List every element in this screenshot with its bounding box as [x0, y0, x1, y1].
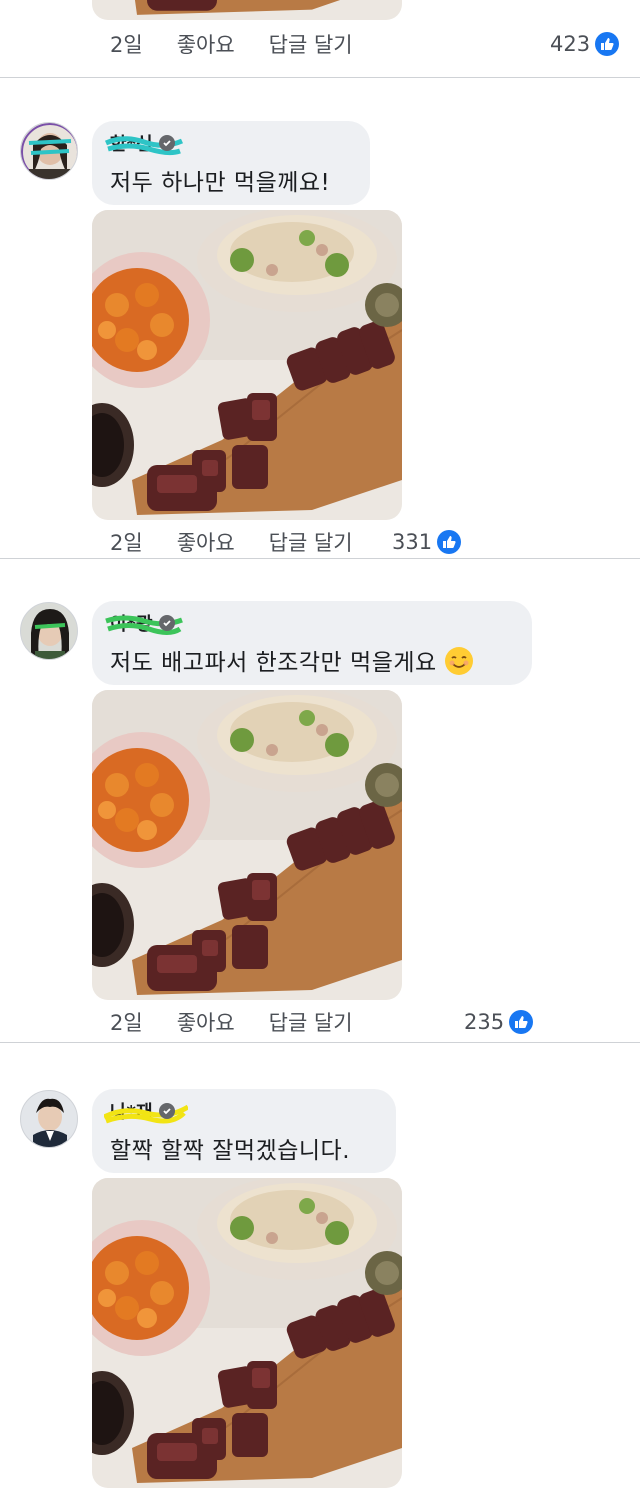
comment-photo[interactable] — [92, 690, 402, 1000]
comment-bubble: 이*광 저도 배고파서 한조각만 먹을게요 — [92, 601, 532, 685]
reaction-count[interactable]: 423 — [550, 26, 620, 62]
reply-button[interactable]: 답글 달기 — [269, 1007, 353, 1037]
comment-text: 저두 하나만 먹을께요! — [110, 170, 331, 196]
verified-badge-icon — [158, 615, 175, 631]
smiling-face-emoji — [444, 647, 473, 675]
comment-bubble: 나*재 할짝 할짝 잘먹겠습니다. — [92, 1089, 396, 1173]
comment-actions: 2일 좋아요 답글 달기 — [110, 522, 387, 562]
comment-photo[interactable] — [92, 0, 402, 20]
reaction-count[interactable]: 331 — [392, 524, 462, 560]
verified-badge-icon — [158, 135, 175, 151]
verified-badge-icon — [158, 1103, 175, 1119]
comment-author[interactable]: 한*신 — [104, 131, 352, 156]
timestamp: 2일 — [110, 1011, 143, 1035]
comment-text: 할짝 할짝 잘먹겠습니다. — [110, 1138, 351, 1164]
reply-button[interactable]: 답글 달기 — [269, 527, 353, 557]
comment-text-body: 저도 배고파서 한조각만 먹을게요 — [110, 650, 437, 676]
like-button[interactable]: 좋아요 — [177, 1007, 235, 1037]
comment-author[interactable]: 이*광 — [105, 611, 514, 635]
reaction-count[interactable]: 235 — [464, 1004, 534, 1040]
redaction-scribble — [104, 1104, 188, 1124]
comment-bubble: 한*신 저두 하나만 먹을께요! — [92, 121, 370, 205]
comment-photo[interactable] — [92, 1178, 402, 1488]
reaction-count-text: 331 — [392, 530, 433, 554]
avatar[interactable] — [20, 122, 78, 180]
comment-actions: 2일 좋아요 답글 달기 — [110, 1002, 387, 1042]
divider — [0, 558, 640, 559]
thumbs-up-icon — [437, 530, 462, 554]
comment-author[interactable]: 나*재 — [104, 1099, 378, 1124]
like-button[interactable]: 좋아요 — [177, 527, 235, 557]
comment-actions: 2일 좋아요 답글 달기 — [110, 24, 387, 64]
reaction-count-text: 235 — [464, 1010, 505, 1034]
divider — [0, 1042, 640, 1043]
timestamp: 2일 — [110, 33, 143, 57]
reaction-count-text: 423 — [550, 32, 591, 56]
thumbs-up-icon — [509, 1010, 534, 1034]
like-button[interactable]: 좋아요 — [177, 29, 235, 59]
avatar[interactable] — [20, 602, 78, 660]
reply-button[interactable]: 답글 달기 — [269, 29, 353, 59]
comment-photo[interactable] — [92, 210, 402, 520]
avatar[interactable] — [20, 1090, 78, 1148]
thumbs-up-icon — [595, 32, 620, 56]
divider — [0, 77, 640, 78]
timestamp: 2일 — [110, 531, 143, 555]
comment-text: 저도 배고파서 한조각만 먹을게요 — [110, 643, 514, 677]
